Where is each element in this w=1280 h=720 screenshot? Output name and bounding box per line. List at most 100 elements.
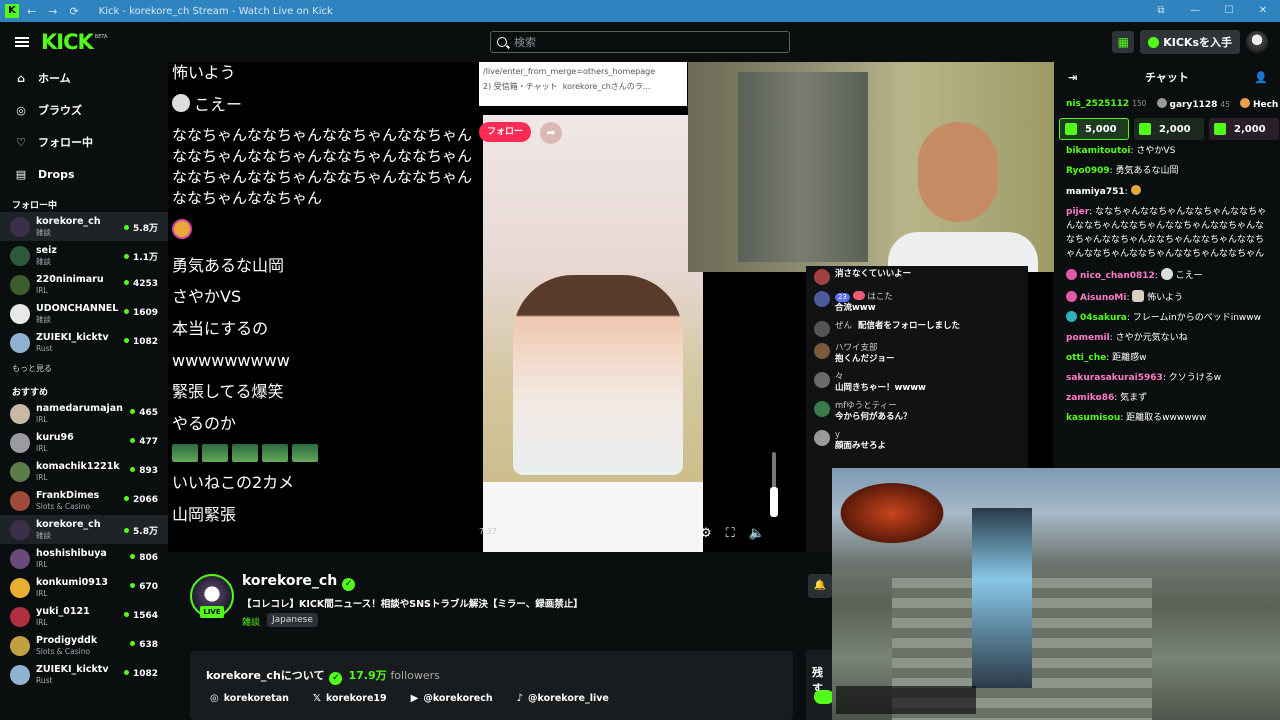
sidebar-channel-item[interactable]: seiz 雑談 1.1万 [0, 241, 168, 270]
sidebar-channel-item[interactable]: yuki_0121 IRL 1564 [0, 602, 168, 631]
gift-icon [1139, 123, 1151, 135]
show-more-link[interactable]: もっと見る [0, 361, 168, 377]
sidebar-channel-item[interactable]: korekore_ch 雑談 5.8万 [0, 212, 168, 241]
tiktok-user-name: y [835, 429, 841, 440]
recommended-section-title: おすすめ [12, 388, 49, 398]
gifter-entry[interactable]: gary1128 45 [1156, 98, 1230, 110]
tiktok-user-avatar [814, 371, 830, 388]
chat-username[interactable]: otti_che [1066, 353, 1106, 363]
forward-button[interactable]: → [48, 5, 57, 18]
language-tag[interactable]: Japanese [267, 613, 318, 627]
chat-username[interactable]: Ryo0909 [1066, 166, 1110, 176]
chat-username[interactable]: kasumisou [1066, 413, 1120, 423]
window-close-button[interactable]: ✕ [1246, 0, 1280, 22]
viewer-count: 1082 [124, 337, 158, 347]
menu-icon[interactable] [15, 35, 29, 49]
chat-username[interactable]: nico_chan0812 [1080, 271, 1155, 281]
sidebar-channel-item[interactable]: Prodigyddk Slots & Casino 638 [0, 631, 168, 660]
sidebar-channel-item[interactable]: UDONCHANNEL 雑談 1609 [0, 299, 168, 328]
sidebar-channel-item[interactable]: ZUIEKI_kicktv Rust 1082 [0, 328, 168, 357]
viewer-count: 1564 [124, 611, 158, 621]
pinned-gift[interactable]: 2,000 [1134, 118, 1204, 140]
window-minimize-button[interactable]: — [1178, 0, 1212, 22]
sidebar-channel-item[interactable]: konkumi0913 IRL 670 [0, 573, 168, 602]
notification-bell-icon[interactable]: 🔔 [808, 574, 832, 598]
channel-avatar [10, 432, 30, 453]
volume-icon[interactable]: 🔈 [749, 526, 765, 541]
chat-username[interactable]: bikamitoutoi [1066, 146, 1131, 156]
chat-username[interactable]: zamiko86 [1066, 393, 1114, 403]
social-handle: korekore19 [325, 693, 387, 704]
sidebar-channel-item[interactable]: 220ninimaru IRL 4253 [0, 270, 168, 299]
window-restore-button[interactable]: ⧉ [1144, 0, 1178, 22]
pinned-gift[interactable]: 2,000 [1209, 118, 1279, 140]
kick-logo[interactable]: KICK [41, 30, 94, 54]
category-link[interactable]: 雑談 [242, 615, 260, 628]
tiktok-message-text: 合流www [835, 303, 876, 314]
overlay-chat-line: 本当にするの [172, 318, 480, 340]
gifter-amount: 150 [1132, 99, 1147, 108]
overlay-chat-text: 緊張してる爆笑 [172, 382, 284, 402]
sidebar-channel-item[interactable]: korekore_ch 雑談 5.8万 [0, 515, 168, 544]
channel-avatar [10, 635, 30, 656]
social-link[interactable]: ◎ korekoretan [210, 693, 289, 704]
sidebar-channel-item[interactable]: FrankDimes Slots & Casino 2066 [0, 486, 168, 515]
window-titlebar: K ← → ⟳ Kick - korekore_ch Stream - Watc… [0, 0, 1280, 22]
viewer-count: 5.8万 [124, 221, 158, 234]
reload-button[interactable]: ⟳ [69, 5, 78, 18]
channel-avatar [10, 461, 30, 482]
overlay-chat-text: 本当にするの [172, 318, 269, 338]
subscriber-badge-icon [1066, 268, 1077, 280]
pinned-gift[interactable]: 5,000 [1059, 118, 1129, 140]
collapse-chat-icon[interactable]: ⇥ [1068, 71, 1077, 84]
sidebar-channel-item[interactable]: komachik1221k IRL 893 [0, 457, 168, 486]
chat-username[interactable]: sakurasakurai5963 [1066, 373, 1163, 383]
sidebar-channel-item[interactable]: namedarumajan IRL 465 [0, 399, 168, 428]
window-maximize-button[interactable]: ☐ [1212, 0, 1246, 22]
overlay-chat-line: 緊張してる爆笑 [172, 381, 480, 403]
toggle-switch[interactable] [814, 690, 834, 704]
chat-users-icon[interactable]: 👤 [1254, 71, 1268, 84]
sidebar-nav-3[interactable]: ▤ Drops [0, 158, 168, 190]
channel-avatar [10, 303, 30, 324]
tiktok-follow-button[interactable]: フォロー [479, 122, 531, 142]
sidebar-nav-1[interactable]: ◎ ブラウズ [0, 94, 168, 126]
get-kicks-button[interactable]: KICKsを入手 [1140, 30, 1240, 54]
social-link[interactable]: ♪ @korekore_live [517, 693, 609, 704]
sidebar-channel-item[interactable]: kuru96 IRL 477 [0, 428, 168, 457]
channel-avatar [10, 245, 30, 266]
tiktok-chat-message: mfゆうとティー 今から何があるん？ [806, 398, 1028, 427]
tiktok-user-name: 々 [835, 371, 844, 382]
sidebar-channel-item[interactable]: hoshishibuya IRL 806 [0, 544, 168, 573]
chat-message: otti_che: 距離感w [1066, 353, 1147, 364]
about-panel: korekore_chについて ✓ 17.9万 followers ◎ korekor… [190, 651, 793, 720]
pinned-gift-amount: 5,000 [1085, 123, 1117, 135]
tiktok-user-avatar [814, 320, 830, 337]
back-button[interactable]: ← [27, 5, 36, 18]
volume-slider[interactable] [770, 452, 778, 517]
channel-avatar [10, 577, 30, 598]
chat-message: sakurasakurai5963: クソうけるw [1066, 373, 1222, 384]
drops-icon: ▤ [15, 167, 27, 181]
chat-username[interactable]: pijer [1066, 207, 1089, 217]
social-link[interactable]: 𝕏korekore19 [313, 693, 387, 704]
sidebar-nav-2[interactable]: ♡ フォロー中 [0, 126, 168, 158]
chat-username[interactable]: mamiya751 [1066, 187, 1125, 197]
tiktok-chat-message: y 顔面みせろよ [806, 427, 1028, 456]
fullscreen-icon[interactable]: ⛶ [726, 526, 735, 541]
sidebar-channel-item[interactable]: ZUIEKI_kicktv Rust 1082 [0, 660, 168, 689]
social-link[interactable]: ▶ @korekorech [411, 693, 493, 704]
chat-username[interactable]: AisunoMi [1080, 293, 1126, 303]
chat-username[interactable]: pomemil [1066, 333, 1110, 343]
chat-username[interactable]: 04sakura [1080, 313, 1127, 323]
user-avatar[interactable] [1246, 31, 1268, 53]
channel-name[interactable]: korekore_ch ✓ [242, 573, 356, 591]
gifter-entry[interactable]: nis_2525112 150 [1066, 99, 1147, 109]
settings-icon[interactable]: ⚙ [700, 526, 712, 541]
sidebar-nav-0[interactable]: ⌂ ホーム [0, 62, 168, 94]
search-input[interactable]: 検索 [490, 31, 790, 53]
share-icon[interactable]: ➦ [540, 122, 562, 144]
viewer-count: 477 [130, 437, 158, 447]
gifter-entry[interactable]: Hech [1239, 98, 1280, 110]
gift-icon[interactable]: ▦ [1112, 31, 1135, 53]
